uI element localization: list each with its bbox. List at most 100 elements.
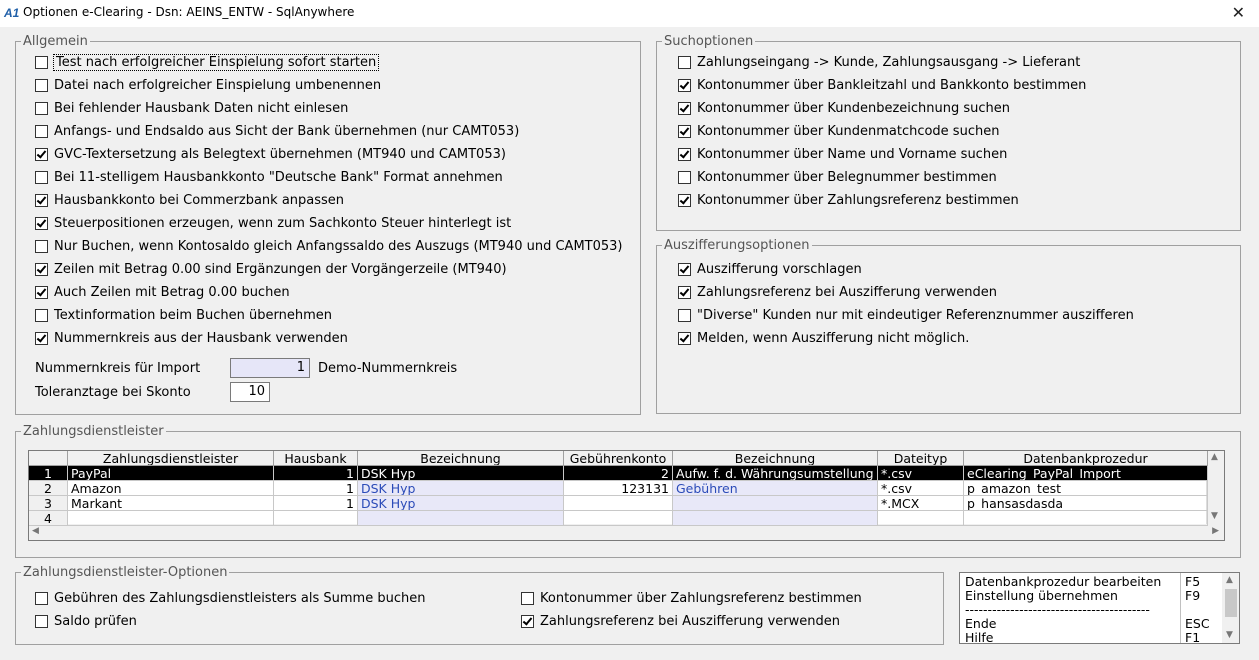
table-cell[interactable]: *.csv: [878, 466, 964, 481]
table-cell[interactable]: *.csv: [878, 481, 964, 496]
allgemein-checkbox[interactable]: [35, 170, 48, 184]
table-column-header[interactable]: Gebührenkonto: [564, 451, 673, 466]
scroll-up-icon[interactable]: ▲: [1226, 575, 1233, 585]
table-cell[interactable]: [673, 496, 878, 511]
allgemein-option[interactable]: GVC-Textersetzung als Belegtext übernehm…: [35, 145, 506, 163]
allgemein-checkbox[interactable]: [35, 239, 48, 253]
table-cell[interactable]: Aufw. f. d. Währungsumstellung: [673, 466, 878, 481]
zd-checkbox[interactable]: [35, 614, 48, 628]
allgemein-option[interactable]: Textinformation beim Buchen übernehmen: [35, 306, 332, 324]
action-list-scrollbar[interactable]: ▲ ▼: [1222, 573, 1239, 643]
auszifferung-checkbox[interactable]: [678, 309, 691, 323]
suchoptionen-option[interactable]: Kontonummer über Name und Vorname suchen: [678, 145, 1007, 163]
action-item[interactable]: Datenbankprozedur bearbeiten: [965, 575, 1161, 589]
table-cell[interactable]: *.MCX: [878, 496, 964, 511]
allgemein-checkbox[interactable]: [35, 78, 48, 92]
allgemein-checkbox[interactable]: [35, 101, 48, 115]
zd-checkbox[interactable]: [521, 614, 534, 628]
suchoptionen-checkbox[interactable]: [678, 124, 691, 138]
table-row-number[interactable]: 3: [29, 496, 68, 511]
table-column-header[interactable]: Dateityp: [878, 451, 964, 466]
table-cell[interactable]: p_hansasdasda: [964, 496, 1208, 511]
allgemein-option[interactable]: Anfangs- und Endsaldo aus Sicht der Bank…: [35, 122, 519, 140]
table-cell[interactable]: [878, 511, 964, 526]
table-cell[interactable]: DSK Hyp: [358, 496, 564, 511]
zd-option[interactable]: Zahlungsreferenz bei Auszifferung verwen…: [521, 612, 840, 630]
zd-checkbox[interactable]: [521, 591, 534, 605]
allgemein-option[interactable]: Nummernkreis aus der Hausbank verwenden: [35, 329, 348, 347]
table-cell[interactable]: p_amazon_test: [964, 481, 1208, 496]
scroll-left-icon[interactable]: ◀: [32, 526, 39, 536]
table-cell[interactable]: DSK Hyp: [358, 466, 564, 481]
allgemein-option[interactable]: Test nach erfolgreicher Einspielung sofo…: [35, 53, 380, 71]
table-cell[interactable]: PayPal: [68, 466, 274, 481]
table-column-header[interactable]: Hausbank: [274, 451, 358, 466]
auszifferung-option[interactable]: Auszifferung vorschlagen: [678, 260, 862, 278]
table-cell[interactable]: [564, 496, 673, 511]
table-vertical-scrollbar[interactable]: ▲ ▼: [1206, 451, 1224, 525]
table-cell[interactable]: DSK Hyp: [358, 481, 564, 496]
scroll-right-icon[interactable]: ▶: [1212, 526, 1219, 536]
action-item[interactable]: Ende: [965, 617, 996, 631]
allgemein-option[interactable]: Auch Zeilen mit Betrag 0.00 buchen: [35, 283, 290, 301]
zahlungsdienstleister-table[interactable]: ▲ ▼ ◀ ▶ Zahlungsdienstleister Hausbank Bez…: [28, 450, 1225, 541]
table-horizontal-scrollbar[interactable]: ◀ ▶: [29, 524, 1224, 540]
suchoptionen-option[interactable]: Zahlungseingang -> Kunde, Zahlungsausgan…: [678, 53, 1080, 71]
auszifferung-checkbox[interactable]: [678, 262, 691, 276]
scroll-up-icon[interactable]: ▲: [1211, 452, 1218, 462]
table-cell[interactable]: 1: [274, 496, 358, 511]
allgemein-checkbox[interactable]: [35, 331, 48, 345]
auszifferung-option[interactable]: Zahlungsreferenz bei Auszifferung verwen…: [678, 283, 997, 301]
table-cell[interactable]: 1: [274, 466, 358, 481]
suchoptionen-checkbox[interactable]: [678, 55, 691, 69]
table-cell[interactable]: [274, 511, 358, 526]
table-row-number[interactable]: 4: [29, 511, 68, 526]
scroll-down-icon[interactable]: ▼: [1211, 511, 1218, 521]
suchoptionen-checkbox[interactable]: [678, 147, 691, 161]
allgemein-option[interactable]: Bei 11-stelligem Hausbankkonto "Deutsche…: [35, 168, 503, 186]
auszifferung-checkbox[interactable]: [678, 332, 691, 346]
table-cell[interactable]: 2: [564, 466, 673, 481]
table-cell[interactable]: Gebühren: [673, 481, 878, 496]
table-cell[interactable]: [68, 511, 274, 526]
allgemein-option[interactable]: Datei nach erfolgreicher Einspielung umb…: [35, 76, 381, 94]
suchoptionen-option[interactable]: Kontonummer über Kundenmatchcode suchen: [678, 122, 999, 140]
suchoptionen-checkbox[interactable]: [678, 101, 691, 115]
allgemein-option[interactable]: Steuerpositionen erzeugen, wenn zum Sach…: [35, 214, 511, 232]
action-item[interactable]: Hilfe: [965, 631, 993, 644]
scroll-down-icon[interactable]: ▼: [1226, 630, 1233, 640]
table-cell[interactable]: 123131: [564, 481, 673, 496]
allgemein-checkbox[interactable]: [35, 124, 48, 138]
table-cell[interactable]: [964, 511, 1208, 526]
table-cell[interactable]: 1: [274, 481, 358, 496]
table-cell[interactable]: Amazon: [68, 481, 274, 496]
scroll-thumb[interactable]: [1225, 589, 1237, 617]
allgemein-checkbox[interactable]: [35, 147, 48, 161]
table-cell[interactable]: [358, 511, 564, 526]
suchoptionen-checkbox[interactable]: [678, 193, 691, 207]
allgemein-checkbox[interactable]: [35, 308, 48, 322]
zd-option[interactable]: Gebühren des Zahlungsdienstleisters als …: [35, 589, 425, 607]
allgemein-option[interactable]: Zeilen mit Betrag 0.00 sind Ergänzungen …: [35, 260, 507, 278]
table-column-header[interactable]: Bezeichnung: [673, 451, 878, 466]
suchoptionen-option[interactable]: Kontonummer über Kundenbezeichnung suche…: [678, 99, 1010, 117]
table-column-header[interactable]: Datenbankprozedur: [964, 451, 1208, 466]
allgemein-checkbox[interactable]: [35, 55, 48, 69]
allgemein-option[interactable]: Bei fehlender Hausbank Daten nicht einle…: [35, 99, 348, 117]
nummernkreis-input[interactable]: 1: [230, 358, 310, 378]
table-row-number[interactable]: 1: [29, 466, 68, 481]
allgemein-checkbox[interactable]: [35, 216, 48, 230]
suchoptionen-checkbox[interactable]: [678, 170, 691, 184]
close-icon[interactable]: ✕: [1232, 3, 1245, 22]
zd-option[interactable]: Kontonummer über Zahlungsreferenz bestim…: [521, 589, 862, 607]
allgemein-checkbox[interactable]: [35, 285, 48, 299]
table-column-header[interactable]: Zahlungsdienstleister: [68, 451, 274, 466]
allgemein-checkbox[interactable]: [35, 193, 48, 207]
table-cell[interactable]: Markant: [68, 496, 274, 511]
table-cell[interactable]: eClearing_PayPal_Import: [964, 466, 1208, 481]
auszifferung-option[interactable]: "Diverse" Kunden nur mit eindeutiger Ref…: [678, 307, 1134, 325]
auszifferung-checkbox[interactable]: [678, 285, 691, 299]
table-row-number[interactable]: 2: [29, 481, 68, 496]
suchoptionen-option[interactable]: Kontonummer über Zahlungsreferenz bestim…: [678, 191, 1019, 209]
action-list[interactable]: ▲ ▼ Datenbankprozedur bearbeiten F5 Einste…: [959, 572, 1240, 644]
